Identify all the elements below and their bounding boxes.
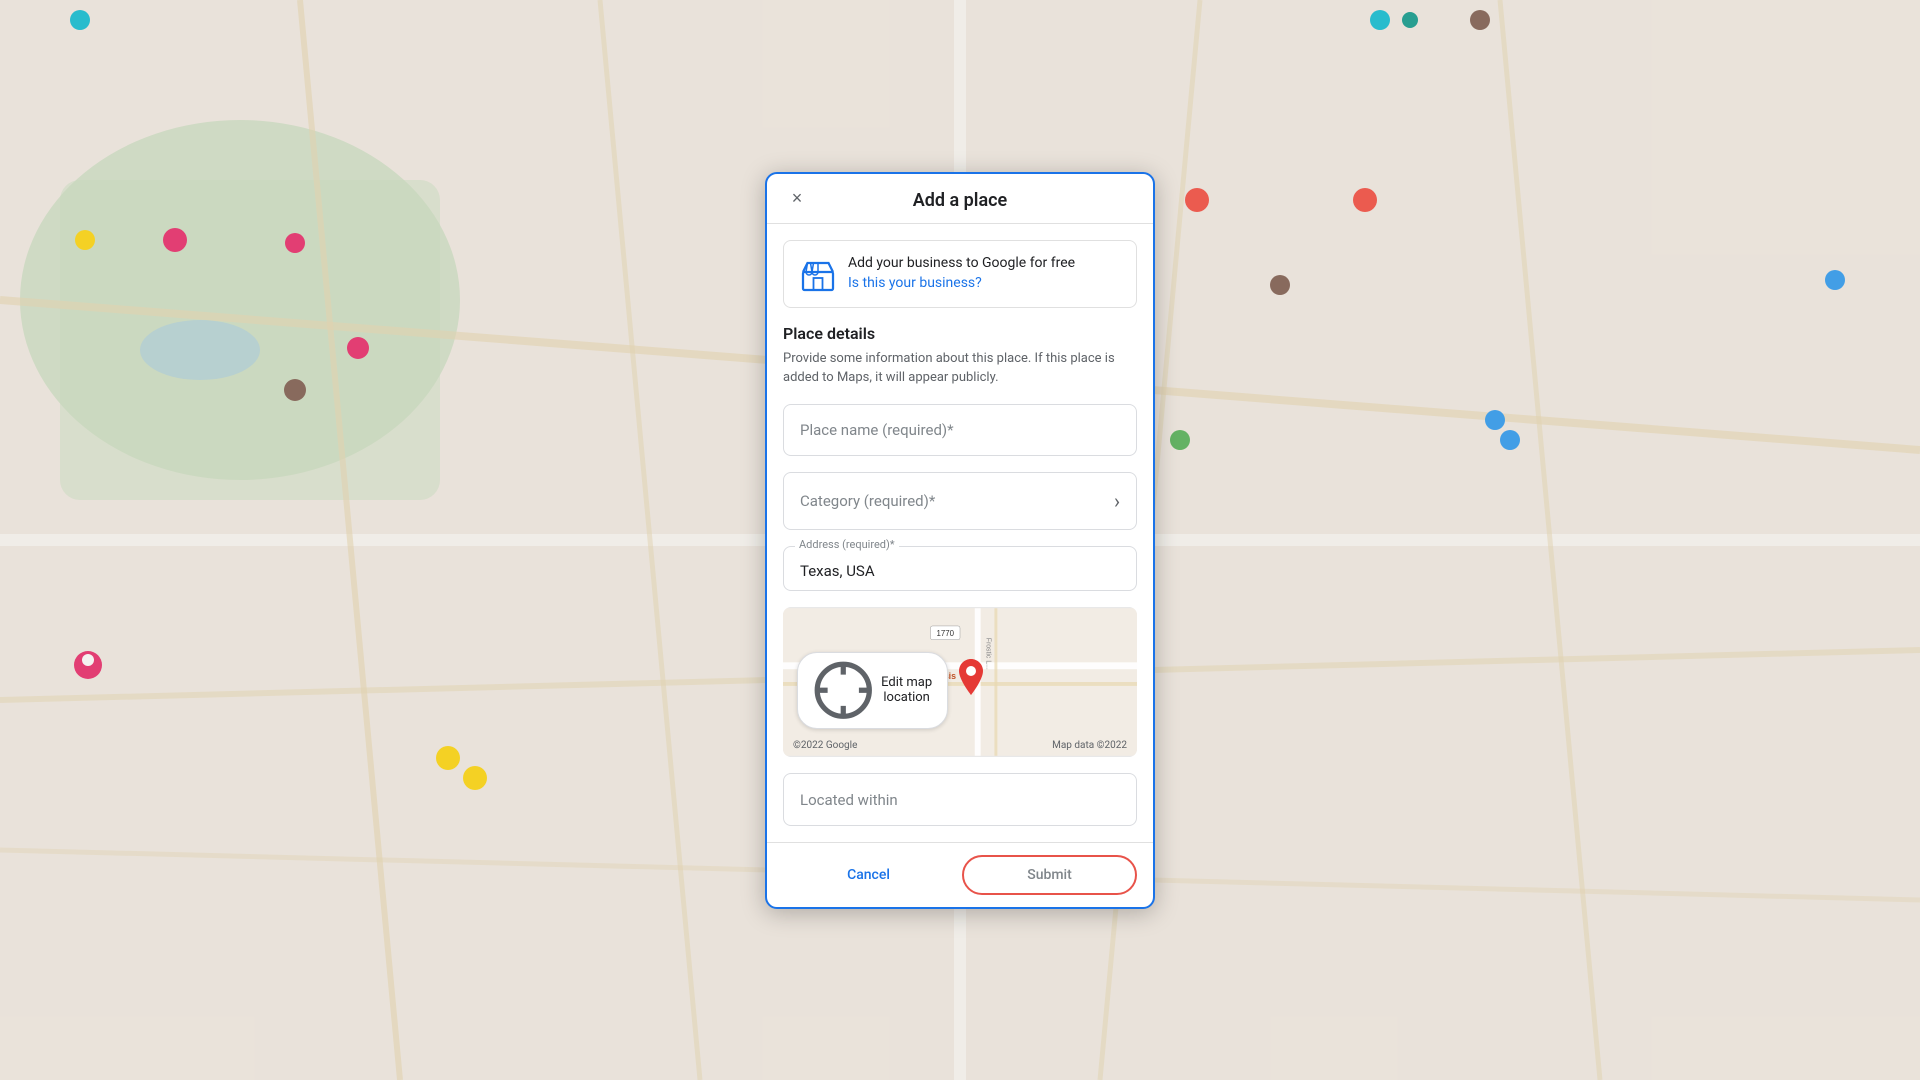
located-within-field[interactable]: Located within	[783, 773, 1137, 826]
close-icon: ×	[792, 188, 803, 209]
map-preview: 1770 Frostic L... Mirador El Oaasis	[783, 607, 1137, 757]
located-within-placeholder: Located within	[800, 791, 898, 809]
dialog-overlay: × Add a place Add your business	[0, 0, 1920, 1080]
business-link[interactable]: Is this your business?	[848, 275, 1075, 291]
svg-text:Frostic L...: Frostic L...	[985, 637, 992, 669]
map-preview-inner: 1770 Frostic L... Mirador El Oaasis	[783, 607, 1137, 757]
section-description: Provide some information about this plac…	[783, 349, 1137, 388]
section-title: Place details	[783, 324, 1137, 343]
dialog-body: Add your business to Google for free Is …	[767, 224, 1153, 842]
business-text: Add your business to Google for free Is …	[848, 255, 1075, 291]
dialog-title: Add a place	[913, 190, 1007, 211]
category-placeholder: Category (required)*	[800, 492, 935, 510]
store-icon	[800, 257, 836, 293]
add-place-dialog: × Add a place Add your business	[765, 172, 1155, 909]
submit-button[interactable]: Submit	[962, 855, 1137, 895]
map-data: Map data ©2022	[1052, 740, 1127, 751]
close-button[interactable]: ×	[781, 182, 813, 214]
address-value: Texas, USA	[800, 562, 875, 580]
address-field[interactable]: Texas, USA	[783, 546, 1137, 591]
edit-location-button[interactable]: Edit map location	[797, 652, 948, 729]
edit-icon	[812, 659, 875, 722]
business-card: Add your business to Google for free Is …	[783, 240, 1137, 308]
place-name-field[interactable]	[783, 404, 1137, 456]
place-name-input[interactable]	[784, 405, 1136, 455]
svg-text:1770: 1770	[937, 628, 955, 637]
dialog-header: × Add a place	[767, 174, 1153, 224]
business-title: Add your business to Google for free	[848, 255, 1075, 271]
edit-location-label: Edit map location	[881, 675, 933, 705]
chevron-right-icon: ›	[1114, 489, 1120, 513]
address-wrapper: Address (required)* Texas, USA	[783, 546, 1137, 591]
place-details-section: Place details Provide some information a…	[783, 324, 1137, 388]
address-label: Address (required)*	[795, 538, 899, 551]
cancel-button[interactable]: Cancel	[783, 855, 954, 895]
category-field[interactable]: Category (required)* ›	[783, 472, 1137, 530]
map-pin	[959, 659, 983, 699]
dialog-footer: Cancel Submit	[767, 842, 1153, 907]
map-copyright: ©2022 Google	[793, 740, 857, 751]
